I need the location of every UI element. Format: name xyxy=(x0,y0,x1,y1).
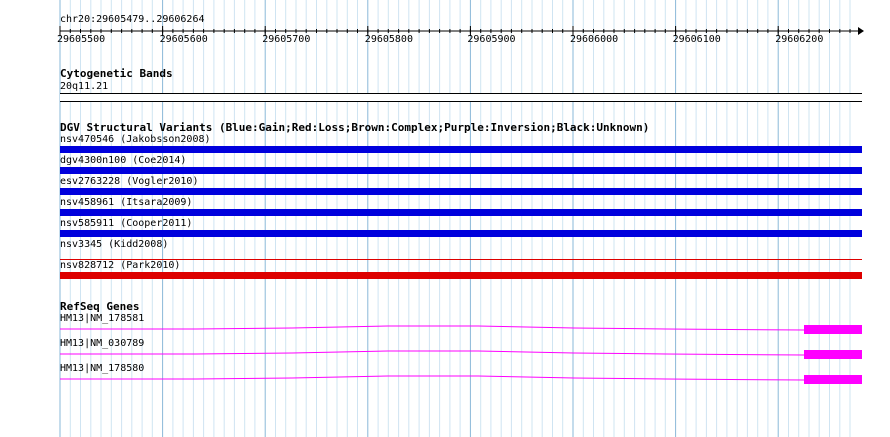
ruler-tick-label: 29606200 xyxy=(775,34,824,45)
ruler-tick-label: 29605800 xyxy=(364,34,413,45)
variant-bar[interactable] xyxy=(60,209,862,216)
cytoband-label: 20q11.21 xyxy=(60,81,109,92)
variant-label: esv2763228 (Vogler2010) xyxy=(60,176,199,187)
variant-bar[interactable] xyxy=(60,230,862,237)
ruler-tick-label: 29605500 xyxy=(57,34,106,45)
ruler-tick-label: 29606100 xyxy=(672,34,721,45)
cytoband-bar[interactable] xyxy=(60,93,862,102)
cytoband-title: Cytogenetic Bands xyxy=(60,67,173,80)
gene-intron-line xyxy=(60,375,805,381)
ruler xyxy=(59,26,864,36)
gene-intron-line xyxy=(60,325,805,331)
variant-bar[interactable] xyxy=(60,146,862,153)
variant-label: nsv470546 (Jakobsson2008) xyxy=(60,134,211,145)
gene-exon xyxy=(804,375,862,384)
dgv-title: DGV Structural Variants (Blue:Gain;Red:L… xyxy=(60,121,650,134)
gene-exon xyxy=(804,350,862,359)
ruler-tick-label: 29605900 xyxy=(467,34,516,45)
gene-exon xyxy=(804,325,862,334)
variant-bar[interactable] xyxy=(60,167,862,174)
ruler-tick-label: 29605600 xyxy=(159,34,208,45)
variant-label: nsv3345 (Kidd2008) xyxy=(60,239,169,250)
variant-label: nsv828712 (Park2010) xyxy=(60,260,181,271)
gene-model[interactable] xyxy=(0,369,890,389)
variant-label: nsv585911 (Cooper2011) xyxy=(60,218,193,229)
gene-intron-line xyxy=(60,350,805,356)
ruler-tick-label: 29606000 xyxy=(570,34,619,45)
variant-label: dgv4300n100 (Coe2014) xyxy=(60,155,187,166)
variant-bar[interactable] xyxy=(60,188,862,195)
gene-model[interactable] xyxy=(0,344,890,364)
refseq-title: RefSeq Genes xyxy=(60,300,140,313)
gene-model[interactable] xyxy=(0,319,890,339)
variant-label: nsv458961 (Itsara2009) xyxy=(60,197,193,208)
ruler-arrow-icon xyxy=(858,27,864,35)
ruler-tick-label: 29605700 xyxy=(262,34,311,45)
variant-bar[interactable] xyxy=(60,272,862,279)
